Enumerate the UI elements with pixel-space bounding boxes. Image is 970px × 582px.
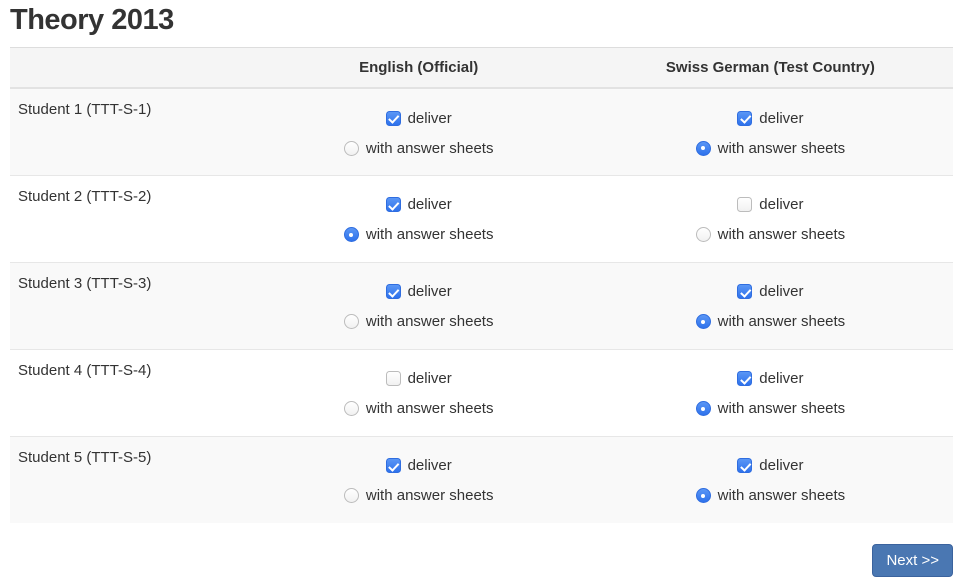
swiss_german-options-cell: deliver with answer sheets xyxy=(588,88,953,175)
table-row: Student 3 (TTT-S-3) deliver with answer sh… xyxy=(10,262,953,349)
english-deliver-checkbox[interactable] xyxy=(386,371,401,386)
deliver-option-label: deliver xyxy=(408,196,452,213)
answer-sheets-option-label: with answer sheets xyxy=(718,226,846,243)
english-deliver-checkbox[interactable] xyxy=(386,197,401,212)
student-label: Student 2 (TTT-S-2) xyxy=(10,175,250,262)
swiss_german-options-cell: deliver with answer sheets xyxy=(588,436,953,523)
english-answer-sheets-radio[interactable] xyxy=(344,141,359,156)
swiss_german-answer-sheets-option[interactable]: with answer sheets xyxy=(589,311,952,333)
student-label: Student 3 (TTT-S-3) xyxy=(10,262,250,349)
swiss_german-deliver-checkbox[interactable] xyxy=(737,371,752,386)
column-header-english: English (Official) xyxy=(250,48,588,89)
english-deliver-checkbox[interactable] xyxy=(386,284,401,299)
swiss_german-answer-sheets-option[interactable]: with answer sheets xyxy=(589,398,952,420)
swiss_german-deliver-checkbox[interactable] xyxy=(737,284,752,299)
swiss_german-answer-sheets-option[interactable]: with answer sheets xyxy=(589,485,952,507)
swiss_german-deliver-checkbox[interactable] xyxy=(737,111,752,126)
deliver-option-label: deliver xyxy=(759,196,803,213)
english-options-cell: deliver with answer sheets xyxy=(250,436,588,523)
english-options-cell: deliver with answer sheets xyxy=(250,88,588,175)
deliver-option-label: deliver xyxy=(759,283,803,300)
deliver-option-label: deliver xyxy=(759,370,803,387)
deliver-option-label: deliver xyxy=(408,457,452,474)
table-row: Student 5 (TTT-S-5) deliver with answer sh… xyxy=(10,436,953,523)
english-options-cell: deliver with answer sheets xyxy=(250,262,588,349)
student-label: Student 4 (TTT-S-4) xyxy=(10,349,250,436)
english-deliver-checkbox[interactable] xyxy=(386,458,401,473)
swiss_german-options-cell: deliver with answer sheets xyxy=(588,349,953,436)
swiss_german-answer-sheets-radio[interactable] xyxy=(696,401,711,416)
swiss_german-options-cell: deliver with answer sheets xyxy=(588,175,953,262)
column-header-student xyxy=(10,48,250,89)
swiss_german-answer-sheets-radio[interactable] xyxy=(696,314,711,329)
table-body: Student 1 (TTT-S-1) deliver with answer sh… xyxy=(10,88,953,523)
swiss_german-deliver-checkbox[interactable] xyxy=(737,458,752,473)
page-title: Theory 2013 xyxy=(10,4,953,37)
swiss_german-options-cell: deliver with answer sheets xyxy=(588,262,953,349)
english-deliver-option[interactable]: deliver xyxy=(251,281,587,303)
swiss_german-deliver-checkbox[interactable] xyxy=(737,197,752,212)
delivery-table: English (Official) Swiss German (Test Co… xyxy=(10,47,953,523)
answer-sheets-option-label: with answer sheets xyxy=(366,487,494,504)
answer-sheets-option-label: with answer sheets xyxy=(718,140,846,157)
table-header: English (Official) Swiss German (Test Co… xyxy=(10,48,953,89)
english-deliver-checkbox[interactable] xyxy=(386,111,401,126)
english-answer-sheets-radio[interactable] xyxy=(344,314,359,329)
page: Theory 2013 English (Official) Swiss Ger… xyxy=(0,0,970,582)
english-answer-sheets-radio[interactable] xyxy=(344,401,359,416)
student-label: Student 5 (TTT-S-5) xyxy=(10,436,250,523)
answer-sheets-option-label: with answer sheets xyxy=(366,226,494,243)
table-header-row: English (Official) Swiss German (Test Co… xyxy=(10,48,953,89)
swiss_german-deliver-option[interactable]: deliver xyxy=(589,194,952,216)
english-deliver-option[interactable]: deliver xyxy=(251,194,587,216)
swiss_german-answer-sheets-option[interactable]: with answer sheets xyxy=(589,137,952,159)
answer-sheets-option-label: with answer sheets xyxy=(366,400,494,417)
student-label: Student 1 (TTT-S-1) xyxy=(10,88,250,175)
english-deliver-option[interactable]: deliver xyxy=(251,107,587,129)
swiss_german-deliver-option[interactable]: deliver xyxy=(589,281,952,303)
table-row: Student 2 (TTT-S-2) deliver with answer sh… xyxy=(10,175,953,262)
english-answer-sheets-option[interactable]: with answer sheets xyxy=(251,224,587,246)
table-row: Student 1 (TTT-S-1) deliver with answer sh… xyxy=(10,88,953,175)
answer-sheets-option-label: with answer sheets xyxy=(718,400,846,417)
english-answer-sheets-option[interactable]: with answer sheets xyxy=(251,311,587,333)
answer-sheets-option-label: with answer sheets xyxy=(718,313,846,330)
answer-sheets-option-label: with answer sheets xyxy=(366,140,494,157)
english-deliver-option[interactable]: deliver xyxy=(251,368,587,390)
swiss_german-answer-sheets-radio[interactable] xyxy=(696,488,711,503)
deliver-option-label: deliver xyxy=(408,110,452,127)
deliver-option-label: deliver xyxy=(408,283,452,300)
swiss_german-deliver-option[interactable]: deliver xyxy=(589,107,952,129)
answer-sheets-option-label: with answer sheets xyxy=(718,487,846,504)
english-options-cell: deliver with answer sheets xyxy=(250,175,588,262)
english-answer-sheets-option[interactable]: with answer sheets xyxy=(251,398,587,420)
swiss_german-deliver-option[interactable]: deliver xyxy=(589,455,952,477)
english-answer-sheets-radio[interactable] xyxy=(344,488,359,503)
column-header-swiss-german: Swiss German (Test Country) xyxy=(588,48,953,89)
english-options-cell: deliver with answer sheets xyxy=(250,349,588,436)
swiss_german-answer-sheets-radio[interactable] xyxy=(696,141,711,156)
answer-sheets-option-label: with answer sheets xyxy=(366,313,494,330)
footer-bar: Next >> xyxy=(10,544,953,577)
deliver-option-label: deliver xyxy=(759,457,803,474)
swiss_german-answer-sheets-radio[interactable] xyxy=(696,227,711,242)
swiss_german-deliver-option[interactable]: deliver xyxy=(589,368,952,390)
english-answer-sheets-radio[interactable] xyxy=(344,227,359,242)
deliver-option-label: deliver xyxy=(408,370,452,387)
next-button[interactable]: Next >> xyxy=(872,544,953,577)
deliver-option-label: deliver xyxy=(759,110,803,127)
table-row: Student 4 (TTT-S-4) deliver with answer sh… xyxy=(10,349,953,436)
english-answer-sheets-option[interactable]: with answer sheets xyxy=(251,137,587,159)
english-deliver-option[interactable]: deliver xyxy=(251,455,587,477)
swiss_german-answer-sheets-option[interactable]: with answer sheets xyxy=(589,224,952,246)
english-answer-sheets-option[interactable]: with answer sheets xyxy=(251,485,587,507)
